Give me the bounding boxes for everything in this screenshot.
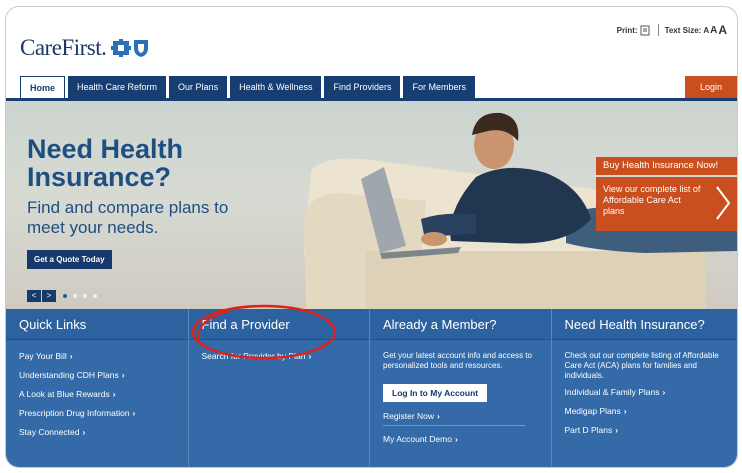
utility-bar: Print: Text Size: A A A	[617, 23, 727, 37]
text-size-small-button[interactable]: A	[703, 26, 709, 35]
utility-separator	[657, 24, 659, 36]
tab-health-wellness[interactable]: Health & Wellness	[230, 76, 322, 98]
print-label: Print:	[616, 25, 638, 35]
slider-dot[interactable]	[93, 294, 97, 298]
tab-health-care-reform[interactable]: Health Care Reform	[68, 76, 167, 98]
link-part-d-plans[interactable]: Part D Plans ›	[565, 425, 737, 435]
need-insurance-title: Need Health Insurance?	[551, 309, 737, 340]
hero-slider-controls: < >	[27, 290, 97, 302]
find-provider-panel: Find a Provider Search for Provider by P…	[188, 309, 370, 467]
link-search-provider-by-plan[interactable]: Search for Provider by Plan ›	[202, 351, 370, 361]
promo-aca-plans[interactable]: View our complete list of Affordable Car…	[596, 177, 737, 231]
slider-prev-button[interactable]: <	[27, 290, 41, 302]
member-panel: Already a Member? Get your latest accoun…	[370, 309, 552, 467]
text-size-label: Text Size:	[664, 25, 702, 35]
login-button[interactable]: Login	[685, 76, 737, 98]
get-quote-button[interactable]: Get a Quote Today	[27, 250, 112, 269]
tab-for-members[interactable]: For Members	[403, 76, 475, 98]
logo-text: CareFirst.	[20, 35, 107, 60]
text-size-large-button[interactable]: A	[718, 23, 727, 37]
link-stay-connected[interactable]: Stay Connected ›	[19, 427, 188, 437]
login-account-button[interactable]: Log In to My Account	[383, 384, 488, 402]
link-understanding-cdh-plans[interactable]: Understanding CDH Plans ›	[19, 370, 188, 380]
text-size-medium-button[interactable]: A	[710, 25, 717, 36]
print-icon[interactable]	[640, 25, 650, 36]
member-title: Already a Member?	[370, 309, 551, 340]
slider-dot[interactable]	[83, 294, 87, 298]
carefirst-logo[interactable]: CareFirst.	[20, 35, 149, 61]
need-insurance-panel: Need Health Insurance? Check out our com…	[551, 309, 737, 467]
link-blue-rewards[interactable]: A Look at Blue Rewards ›	[19, 389, 188, 399]
need-insurance-description: Check out our complete listing of Afford…	[564, 351, 719, 380]
blue-cross-blue-shield-icon	[111, 39, 149, 57]
bottom-panels: Quick Links Pay Your Bill › Understanding…	[6, 309, 737, 467]
slider-next-button[interactable]: >	[42, 290, 56, 302]
member-divider	[383, 425, 525, 426]
hero-banner: Need Health Insurance? Find and compare …	[6, 101, 737, 312]
tab-our-plans[interactable]: Our Plans	[169, 76, 228, 98]
slider-dot[interactable]	[73, 294, 77, 298]
member-description: Get your latest account info and access …	[383, 351, 532, 370]
link-individual-family-plans[interactable]: Individual & Family Plans ›	[565, 387, 737, 397]
hero-subhead: Find and compare plans to meet your need…	[27, 198, 229, 237]
quick-links-panel: Quick Links Pay Your Bill › Understanding…	[6, 309, 189, 467]
link-medigap-plans[interactable]: Medigap Plans ›	[565, 406, 737, 416]
quick-links-title: Quick Links	[6, 309, 188, 340]
tab-home[interactable]: Home	[20, 76, 66, 98]
page-frame: CareFirst. Print: Text Size: A A A Home …	[5, 6, 738, 468]
promo-title[interactable]: Buy Health Insurance Now!	[596, 157, 737, 175]
tab-find-providers[interactable]: Find Providers	[324, 76, 401, 98]
slider-dot[interactable]	[63, 294, 67, 298]
link-prescription-drug-info[interactable]: Prescription Drug Information ›	[19, 408, 188, 418]
link-pay-your-bill[interactable]: Pay Your Bill ›	[19, 351, 188, 361]
link-my-account-demo[interactable]: My Account Demo ›	[383, 434, 551, 444]
promo-body-text: View our complete list of Affordable Car…	[603, 184, 701, 216]
hero-headline: Need Health Insurance?	[27, 134, 184, 192]
find-provider-title[interactable]: Find a Provider	[188, 309, 369, 340]
link-register-now[interactable]: Register Now ›	[383, 411, 551, 421]
main-nav: Home Health Care Reform Our Plans Health…	[20, 76, 478, 98]
chevron-right-icon	[716, 186, 731, 220]
